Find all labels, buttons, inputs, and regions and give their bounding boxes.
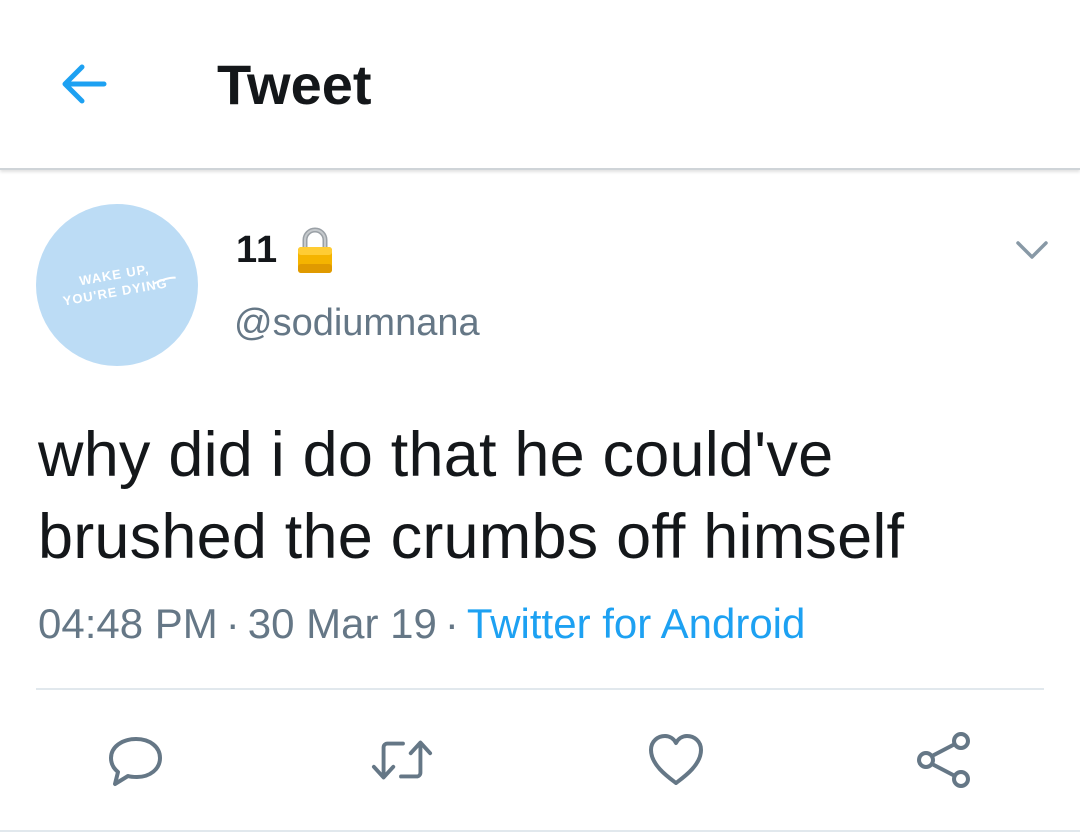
tweet-metadata: 04:48 PM · 30 Mar 19 · Twitter for Android xyxy=(38,598,805,650)
meta-separator: · xyxy=(444,600,459,647)
meta-separator: · xyxy=(225,600,240,647)
tweet-date: 30 Mar 19 xyxy=(247,600,437,647)
heart-icon xyxy=(649,734,703,785)
back-button[interactable] xyxy=(52,52,116,116)
chevron-down-icon xyxy=(1016,241,1048,259)
top-app-bar: Tweet xyxy=(0,0,1080,170)
retweet-button[interactable] xyxy=(370,728,434,792)
display-name[interactable]: 11 xyxy=(236,229,278,272)
page-title: Tweet xyxy=(217,53,372,116)
divider xyxy=(36,688,1044,690)
avatar-artwork: WAKE UP, YOU'RE DYING xyxy=(62,261,176,309)
tweet-time: 04:48 PM xyxy=(38,600,218,647)
user-handle[interactable]: @sodiumnana xyxy=(234,298,480,348)
divider xyxy=(0,830,1080,832)
tweet-text: why did i do that he could've brushed th… xyxy=(38,420,905,572)
share-icon xyxy=(917,732,970,788)
share-button[interactable] xyxy=(912,728,976,792)
avatar[interactable]: WAKE UP, YOU'RE DYING xyxy=(36,204,198,366)
tweet-options-button[interactable] xyxy=(1008,226,1056,274)
like-button[interactable] xyxy=(644,728,708,792)
author-name-row: 11 xyxy=(236,222,334,278)
retweet-icon xyxy=(371,740,433,780)
reply-button[interactable] xyxy=(104,728,168,792)
tweet-source-link[interactable]: Twitter for Android xyxy=(467,600,805,647)
arrow-left-icon xyxy=(62,64,107,104)
tweet-detail-screen: Tweet WAKE UP, YOU'RE DYING 11 @sodiumna… xyxy=(0,0,1080,836)
reply-icon xyxy=(109,737,162,786)
lock-icon xyxy=(296,226,334,274)
